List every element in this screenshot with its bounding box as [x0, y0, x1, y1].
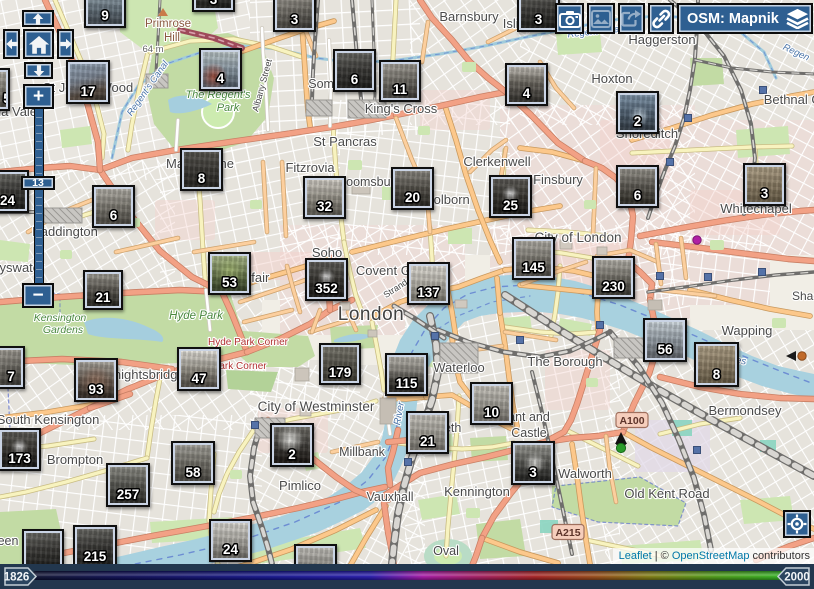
svg-text:Walworth: Walworth [558, 466, 612, 481]
svg-text:Castle: Castle [511, 426, 546, 440]
svg-text:11: 11 [393, 82, 408, 97]
svg-text:Haggerston: Haggerston [628, 32, 695, 47]
svg-text:Primrose: Primrose [145, 18, 191, 30]
svg-text:Shad: Shad [792, 289, 814, 303]
svg-text:93: 93 [88, 382, 104, 397]
svg-text:Hyde Park: Hyde Park [169, 310, 224, 322]
svg-text:Brompton: Brompton [47, 452, 103, 467]
svg-text:47: 47 [191, 371, 206, 386]
svg-text:24: 24 [0, 193, 15, 208]
svg-text:257: 257 [117, 487, 140, 502]
svg-text:2: 2 [288, 447, 296, 462]
svg-text:32: 32 [317, 199, 332, 214]
svg-text:3: 3 [210, 0, 218, 7]
svg-text:South Kensington: South Kensington [0, 412, 99, 427]
svg-text:Waterloo: Waterloo [433, 360, 485, 375]
svg-text:20: 20 [405, 190, 420, 205]
svg-text:2000: 2000 [784, 572, 810, 584]
svg-text:Fitzrovia: Fitzrovia [285, 160, 335, 175]
svg-text:9: 9 [101, 8, 109, 23]
svg-text:Millbank: Millbank [339, 445, 386, 459]
svg-text:Bermondsey: Bermondsey [709, 403, 782, 418]
svg-text:21: 21 [420, 434, 436, 449]
svg-text:3: 3 [761, 186, 769, 201]
svg-text:St Pancras: St Pancras [313, 134, 377, 149]
svg-text:8: 8 [198, 171, 206, 186]
svg-text:6: 6 [110, 208, 118, 223]
svg-text:4: 4 [523, 86, 531, 101]
svg-text:6: 6 [634, 188, 642, 203]
svg-text:5: 5 [3, 91, 6, 106]
svg-text:1826: 1826 [4, 572, 29, 584]
svg-text:137: 137 [417, 285, 440, 300]
svg-text:4: 4 [217, 71, 225, 86]
svg-text:56: 56 [657, 342, 673, 357]
svg-text:2: 2 [634, 114, 642, 129]
svg-text:Kennington: Kennington [444, 484, 510, 499]
svg-text:58: 58 [185, 465, 201, 480]
svg-text:17: 17 [80, 84, 95, 99]
svg-text:Hoxton: Hoxton [591, 71, 632, 86]
svg-text:179: 179 [329, 365, 352, 380]
svg-text:230: 230 [602, 279, 625, 294]
svg-text:6: 6 [351, 72, 359, 87]
svg-text:3: 3 [291, 12, 299, 27]
svg-text:8: 8 [713, 367, 721, 382]
svg-text:25: 25 [503, 198, 519, 213]
svg-text:The Borough: The Borough [527, 354, 602, 369]
svg-text:Finsbury: Finsbury [533, 172, 583, 187]
svg-text:10: 10 [484, 405, 499, 420]
svg-text:Old Kent Road: Old Kent Road [624, 486, 709, 501]
svg-text:London: London [338, 304, 404, 325]
svg-text:Bethnal Gree: Bethnal Gree [764, 92, 814, 107]
svg-text:24: 24 [223, 542, 239, 557]
svg-text:City of Westminster: City of Westminster [258, 399, 375, 414]
svg-text:Gardens: Gardens [43, 324, 84, 336]
svg-text:King's Cross: King's Cross [365, 101, 438, 116]
svg-text:21: 21 [95, 290, 111, 305]
svg-text:Clerkenwell: Clerkenwell [463, 154, 530, 169]
svg-text:Hill: Hill [164, 32, 180, 44]
svg-text:A215: A215 [555, 527, 580, 539]
svg-text:A100: A100 [619, 415, 644, 427]
svg-text:145: 145 [522, 260, 545, 275]
svg-text:352: 352 [315, 281, 338, 296]
svg-text:Pimlico: Pimlico [279, 478, 321, 493]
svg-text:Park: Park [217, 102, 240, 114]
svg-text:Barnsbury: Barnsbury [439, 9, 499, 24]
svg-text:115: 115 [396, 376, 418, 391]
svg-text:64 m: 64 m [142, 44, 163, 55]
svg-text:3: 3 [535, 12, 543, 27]
svg-text:173: 173 [8, 451, 31, 466]
svg-text:een: een [0, 534, 18, 548]
svg-text:215: 215 [84, 549, 107, 564]
svg-text:Wapping: Wapping [722, 323, 773, 338]
svg-text:ark Corner: ark Corner [219, 361, 267, 372]
svg-text:Vauxhall: Vauxhall [366, 490, 413, 504]
svg-text:Kensington: Kensington [34, 312, 87, 324]
svg-text:53: 53 [222, 275, 238, 290]
svg-text:3: 3 [529, 465, 537, 480]
svg-text:7: 7 [7, 369, 15, 384]
svg-text:Oval: Oval [433, 544, 459, 558]
